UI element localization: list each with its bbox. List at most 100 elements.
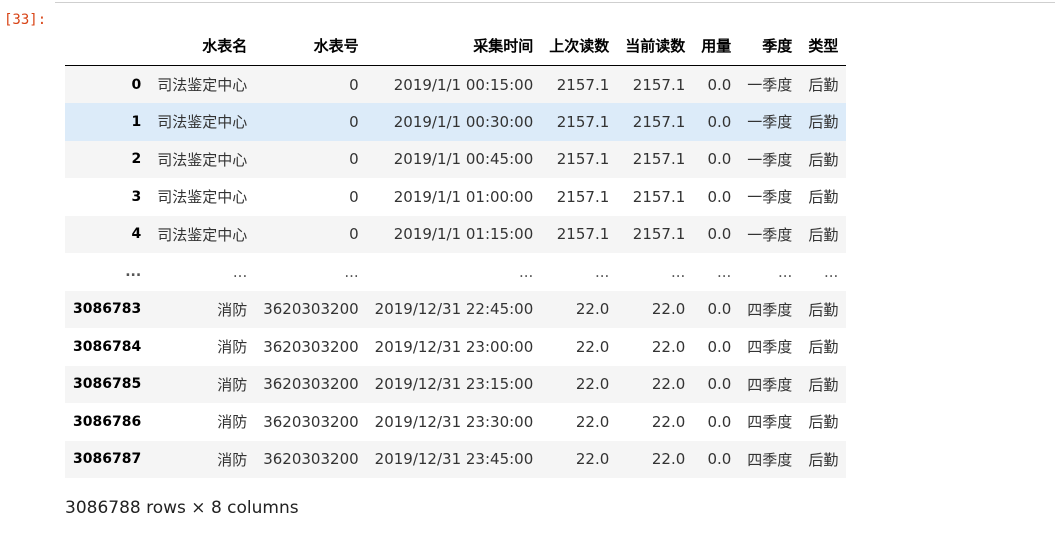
table-cell: 后勤 [808,225,839,244]
table-cell: 22.0 [651,375,686,394]
table-cell: 后勤 [808,413,839,432]
table-cell: 2157.1 [632,150,686,169]
table-cell: 2157.1 [556,112,610,131]
table-row: 3086786 消防 3620303200 2019/12/31 23:30:0… [65,403,847,441]
column-header: 用量 [693,28,740,66]
table-cell: 消防 [217,300,248,319]
table-cell: 22.0 [575,412,610,431]
table-cell: 22.0 [651,337,686,356]
row-index: 3086785 [73,376,142,393]
table-cell: 后勤 [808,76,839,94]
table-cell: 四季度 [747,300,793,319]
table-cell: 22.0 [575,375,610,394]
table-cell: 2019/1/1 00:45:00 [393,150,534,169]
table-cell: 消防 [217,338,248,357]
table-cell: 0.0 [707,412,732,431]
row-index: ... [125,263,142,280]
table-cell: 0.0 [707,375,732,394]
table-cell: 一季度 [747,188,793,207]
table-cell: 2019/1/1 01:15:00 [393,225,534,244]
table-cell: ... [518,262,534,281]
table-cell: 22.0 [575,450,610,469]
table-cell: 后勤 [808,188,839,207]
row-index: 2 [131,151,142,168]
row-index: 3086784 [73,338,142,355]
header-row: 水表名 水表号 采集时间 上次读数 当前读数 用量 季度 类型 [65,28,847,66]
table-row: 3086785 消防 3620303200 2019/12/31 23:15:0… [65,365,847,403]
table-cell: 四季度 [747,338,793,357]
table-row: 3086783 消防 3620303200 2019/12/31 22:45:0… [65,290,847,328]
table-cell: 消防 [217,450,248,469]
table-cell: 2019/1/1 00:30:00 [393,112,534,131]
table-cell: 司法鉴定中心 [157,225,248,244]
table-cell: 0 [349,225,359,244]
table-row-hovered: 1 司法鉴定中心 0 2019/1/1 00:30:00 2157.1 2157… [65,103,847,141]
dataframe-table: 水表名 水表号 采集时间 上次读数 当前读数 用量 季度 类型 0 司法鉴定中心… [65,28,847,478]
table-cell: 后勤 [808,300,839,319]
table-cell: 2019/12/31 23:45:00 [374,450,534,469]
table-cell: 3620303200 [263,450,359,469]
table-row: 2 司法鉴定中心 0 2019/1/1 00:45:00 2157.1 2157… [65,140,847,178]
table-cell: 0.0 [707,75,732,94]
table-cell: 2157.1 [632,75,686,94]
table-cell: 后勤 [808,450,839,469]
table-cell: 22.0 [651,412,686,431]
table-cell: 2157.1 [556,75,610,94]
cell-top-border [55,0,1055,3]
table-cell: 0.0 [707,150,732,169]
table-cell: 2157.1 [632,225,686,244]
table-cell: ... [594,262,610,281]
table-cell: 司法鉴定中心 [157,188,248,207]
table-cell: 四季度 [747,375,793,394]
table-row: 3086787 消防 3620303200 2019/12/31 23:45:0… [65,440,847,478]
table-cell: 0.0 [707,450,732,469]
table-cell: 2157.1 [632,112,686,131]
table-cell: 2019/12/31 22:45:00 [374,300,534,319]
table-cell: 2019/12/31 23:00:00 [374,337,534,356]
index-header [65,28,150,66]
table-cell: 22.0 [651,450,686,469]
table-cell: 司法鉴定中心 [157,113,248,132]
column-header: 上次读数 [541,28,618,66]
table-cell: 22.0 [575,337,610,356]
table-cell: 一季度 [747,113,793,132]
table-cell: ... [778,262,793,281]
table-cell: 消防 [217,375,248,394]
table-cell: 后勤 [808,375,839,394]
column-header: 类型 [800,28,847,66]
table-cell: 司法鉴定中心 [157,150,248,169]
table-row: 3086784 消防 3620303200 2019/12/31 23:00:0… [65,328,847,366]
table-cell: 2157.1 [556,150,610,169]
table-cell: 0.0 [707,225,732,244]
row-index: 0 [131,76,142,93]
table-cell: ... [232,262,248,281]
dataframe-output: 水表名 水表号 采集时间 上次读数 当前读数 用量 季度 类型 0 司法鉴定中心… [65,28,847,478]
table-cell: 2019/1/1 00:15:00 [393,75,534,94]
table-row: 3 司法鉴定中心 0 2019/1/1 01:00:00 2157.1 2157… [65,178,847,216]
table-cell: 2019/1/1 01:00:00 [393,187,534,206]
row-index: 3086787 [73,451,142,468]
table-row: 4 司法鉴定中心 0 2019/1/1 01:15:00 2157.1 2157… [65,215,847,253]
row-index: 3086786 [73,413,142,430]
row-index: 4 [131,226,142,243]
table-cell: 后勤 [808,338,839,357]
row-index: 3 [131,188,142,205]
table-cell: 一季度 [747,150,793,169]
table-cell: 3620303200 [263,375,359,394]
table-cell: ... [670,262,686,281]
column-header: 水表号 [255,28,367,66]
table-cell: 3620303200 [263,300,359,319]
table-cell: ... [344,262,359,281]
table-cell: 消防 [217,413,248,432]
table-cell: 0.0 [707,337,732,356]
table-cell: 22.0 [575,300,610,319]
row-index: 1 [131,113,142,130]
table-row: 0 司法鉴定中心 0 2019/1/1 00:15:00 2157.1 2157… [65,65,847,103]
table-cell: 四季度 [747,413,793,432]
table-cell: 一季度 [747,76,793,94]
table-cell: 0 [349,75,359,94]
table-cell: 司法鉴定中心 [157,76,248,94]
table-cell: 0 [349,150,359,169]
table-cell: 0 [349,187,359,206]
table-cell: 0.0 [707,187,732,206]
